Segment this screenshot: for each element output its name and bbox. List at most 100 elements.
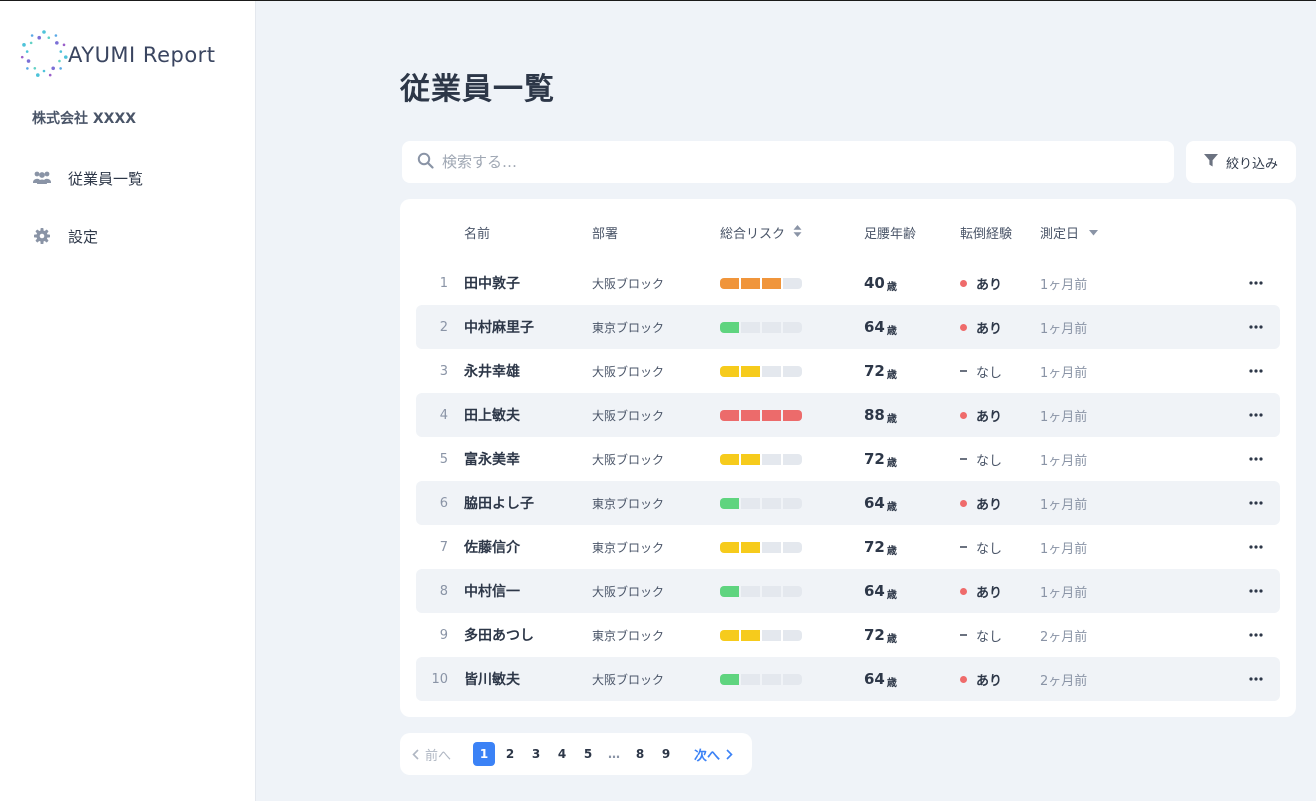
row-more-button[interactable] [1246,613,1266,657]
employee-name[interactable]: 皆川敏夫 [464,657,520,701]
employee-name[interactable]: 佐藤信介 [464,525,520,569]
table-row[interactable]: 10 皆川敏夫 大阪ブロック 64 歳 あり 2ヶ月前 [416,657,1280,701]
pagination-prev[interactable]: 前へ [412,742,451,766]
table-row[interactable]: 1 田中敦子 大阪ブロック 40 歳 あり 1ヶ月前 [416,261,1280,305]
risk-bar-segment [741,629,760,641]
table-row[interactable]: 4 田上敏夫 大阪ブロック 88 歳 あり 1ヶ月前 [416,393,1280,437]
fall-value: あり [976,321,1003,337]
sidebar: AYUMI Report 株式会社 XXXX 従業員一覧 設定 [0,1,256,801]
employee-name[interactable]: 田中敦子 [464,261,520,305]
leg-age: 88 歳 [864,393,897,437]
employee-name[interactable]: 永井幸雄 [464,349,520,393]
pagination-page[interactable]: 5 [577,742,599,766]
risk-bar-segment [783,277,802,289]
leg-age: 72 歳 [864,349,897,393]
leg-age: 72 歳 [864,525,897,569]
row-number: 6 [439,495,448,511]
employee-name[interactable]: 中村麻里子 [464,305,534,349]
row-more-button[interactable] [1246,437,1266,481]
fall-experience: なし [960,437,1002,481]
leg-age-value: 88 [864,406,885,424]
risk-bar-segment [783,321,802,333]
row-number: 10 [431,671,448,687]
table-row[interactable]: 9 多田あつし 東京ブロック 72 歳 なし 2ヶ月前 [416,613,1280,657]
risk-bar [720,305,802,349]
pagination-page[interactable]: 8 [629,742,651,766]
pagination-page[interactable]: 4 [551,742,573,766]
measured-date: 2ヶ月前 [1040,673,1088,689]
measured-date: 1ヶ月前 [1040,541,1088,557]
column-header-risk[interactable]: 総合リスク [720,223,802,242]
pagination-page[interactable]: 2 [499,742,521,766]
column-header-fall: 転倒経験 [960,223,1012,242]
row-more-button[interactable] [1246,393,1266,437]
filter-button[interactable]: 絞り込み [1186,141,1296,183]
fall-value: なし [976,541,1003,557]
employee-name[interactable]: 田上敏夫 [464,393,520,437]
employee-dept: 東京ブロック [592,540,665,555]
row-more-button[interactable] [1246,261,1266,305]
employee-name[interactable]: 中村信一 [464,569,520,613]
pagination-ellipsis: … [608,747,620,761]
more-horizontal-icon [1249,545,1263,549]
employee-dept: 大阪ブロック [592,408,665,423]
risk-bar-segment [720,453,739,465]
table-row[interactable]: 8 中村信一 大阪ブロック 64 歳 あり 1ヶ月前 [416,569,1280,613]
fall-dash-icon [960,458,967,460]
sidebar-item-employees[interactable]: 従業員一覧 [32,166,143,190]
fall-dot-icon [960,587,967,595]
fall-value: あり [976,497,1003,513]
fall-dot-icon [960,675,967,683]
fall-dot-icon [960,323,967,331]
risk-bar-segment [741,673,760,685]
more-horizontal-icon [1249,369,1263,373]
table-body: 1 田中敦子 大阪ブロック 40 歳 あり 1ヶ月前 2 中村麻里子 東京ブロッ… [416,261,1280,701]
measured-date: 1ヶ月前 [1040,365,1088,381]
leg-age-unit: 歳 [886,413,897,425]
risk-bar [720,657,802,701]
employee-dept: 大阪ブロック [592,584,665,599]
column-header-label: 測定日 [1040,227,1080,242]
row-number: 9 [439,627,448,643]
brand-logo[interactable]: AYUMI Report [18,28,215,80]
row-more-button[interactable] [1246,569,1266,613]
row-more-button[interactable] [1246,525,1266,569]
search-bar[interactable] [402,141,1174,183]
table-row[interactable]: 2 中村麻里子 東京ブロック 64 歳 あり 1ヶ月前 [416,305,1280,349]
column-header-date[interactable]: 測定日 [1040,223,1099,242]
employee-dept: 大阪ブロック [592,364,665,379]
row-more-button[interactable] [1246,481,1266,525]
row-more-button[interactable] [1246,349,1266,393]
leg-age: 64 歳 [864,569,897,613]
pagination-next[interactable]: 次へ [694,742,733,766]
leg-age-value: 72 [864,626,885,644]
row-more-button[interactable] [1246,657,1266,701]
pagination-page[interactable]: 3 [525,742,547,766]
row-number: 1 [439,275,448,291]
row-number: 8 [439,583,448,599]
employee-name[interactable]: 多田あつし [464,613,534,657]
pagination-page[interactable]: 1 [473,742,495,766]
leg-age-unit: 歳 [886,633,897,645]
more-horizontal-icon [1249,501,1263,505]
table-row[interactable]: 3 永井幸雄 大阪ブロック 72 歳 なし 1ヶ月前 [416,349,1280,393]
sidebar-item-settings[interactable]: 設定 [32,224,98,248]
risk-bar-segment [720,365,739,377]
leg-age-value: 40 [864,274,885,292]
table-row[interactable]: 6 脇田よし子 東京ブロック 64 歳 あり 1ヶ月前 [416,481,1280,525]
row-more-button[interactable] [1246,305,1266,349]
risk-bar-segment [783,673,802,685]
employee-name[interactable]: 富永美幸 [464,437,520,481]
table-row[interactable]: 5 富永美幸 大阪ブロック 72 歳 なし 1ヶ月前 [416,437,1280,481]
more-horizontal-icon [1249,325,1263,329]
risk-bar-segment [720,497,739,509]
table-row[interactable]: 7 佐藤信介 東京ブロック 72 歳 なし 1ヶ月前 [416,525,1280,569]
leg-age: 72 歳 [864,437,897,481]
pagination-page[interactable]: 9 [655,742,677,766]
risk-bar-segment [762,673,781,685]
risk-bar-segment [762,277,781,289]
users-icon [32,168,52,188]
search-input[interactable] [442,153,1142,171]
employee-name[interactable]: 脇田よし子 [464,481,534,525]
fall-experience: あり [960,481,1002,525]
